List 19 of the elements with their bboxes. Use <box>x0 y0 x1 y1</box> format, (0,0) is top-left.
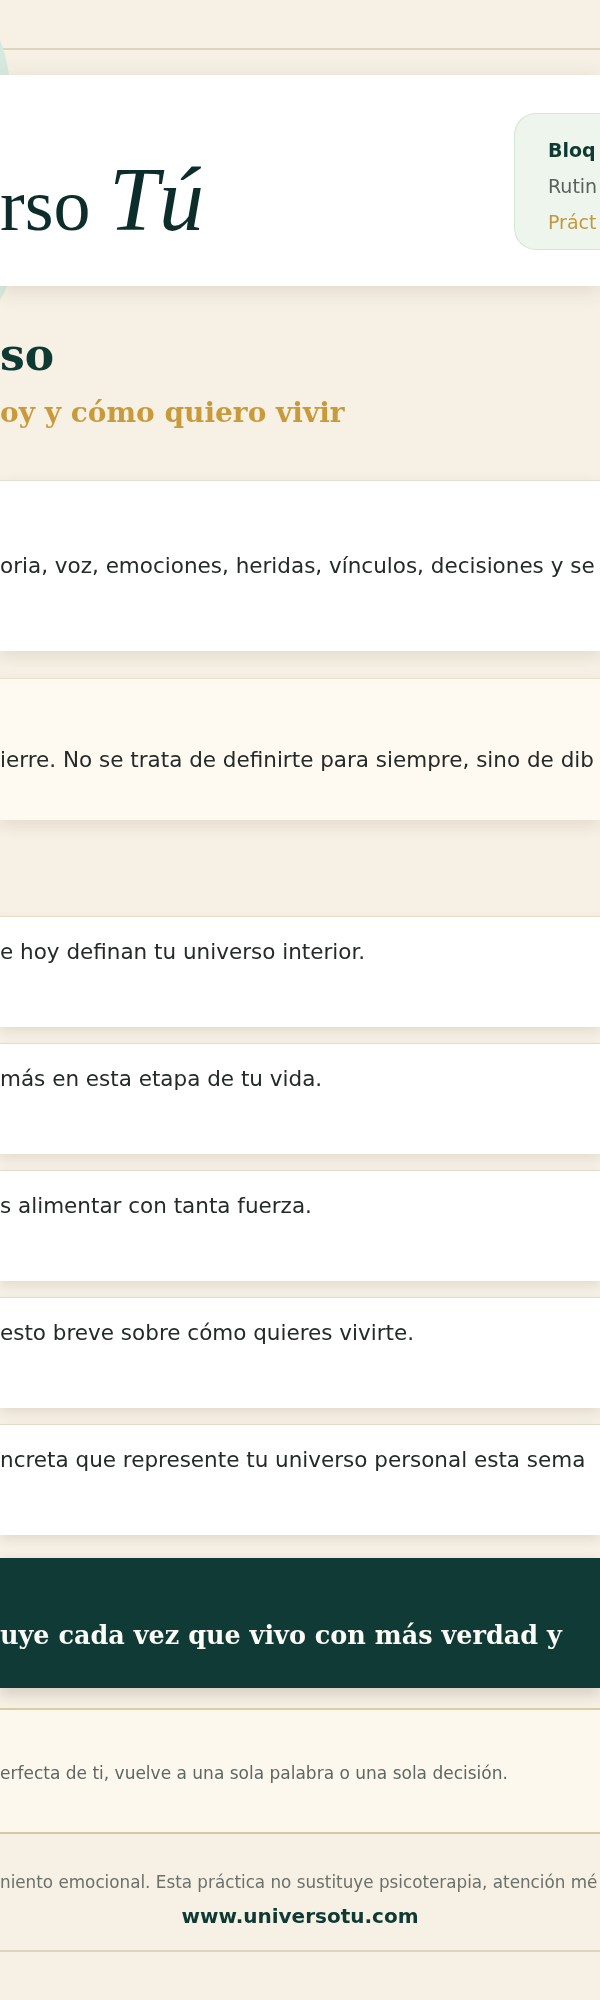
card-text: oria, voz, emociones, heridas, vínculos, decisiones y se <box>0 553 595 578</box>
decorative-shape <box>0 286 7 300</box>
quote-text: uye cada vez que vivo con más verdad y <box>0 1620 562 1650</box>
prompt-text: esto breve sobre cómo quieres vivirte. <box>0 1320 415 1345</box>
badge-text: Rutin <box>548 174 599 199</box>
prompt-text: s alimentar con tanta fuerza. <box>0 1193 312 1218</box>
badge-title: Bloq <box>548 138 597 163</box>
logo: rso Tú <box>0 155 204 245</box>
disclaimer-text: niento emocional. Esta práctica no sustituye psicoterapia, atención mé <box>0 1871 599 1894</box>
prompt-text: e hoy definan tu universo interior. <box>0 939 366 964</box>
website-link[interactable]: www.universotu.com <box>181 1903 419 1929</box>
badge-label: Práct <box>548 210 598 235</box>
page-subtitle: oy y cómo quiero vivir <box>0 399 346 427</box>
note-text: erfecta de ti, vuelve a una sola palabra o una sola decisión. <box>0 1763 508 1783</box>
card-text: ierre. No se trata de definirte para siempre, sino de dib <box>0 747 594 772</box>
page-title: so <box>0 333 56 377</box>
prompt-text: más en esta etapa de tu vida. <box>0 1066 323 1091</box>
prompt-text: ncreta que represente tu universo personal esta sema <box>0 1447 586 1472</box>
decorative-shape <box>0 40 9 75</box>
